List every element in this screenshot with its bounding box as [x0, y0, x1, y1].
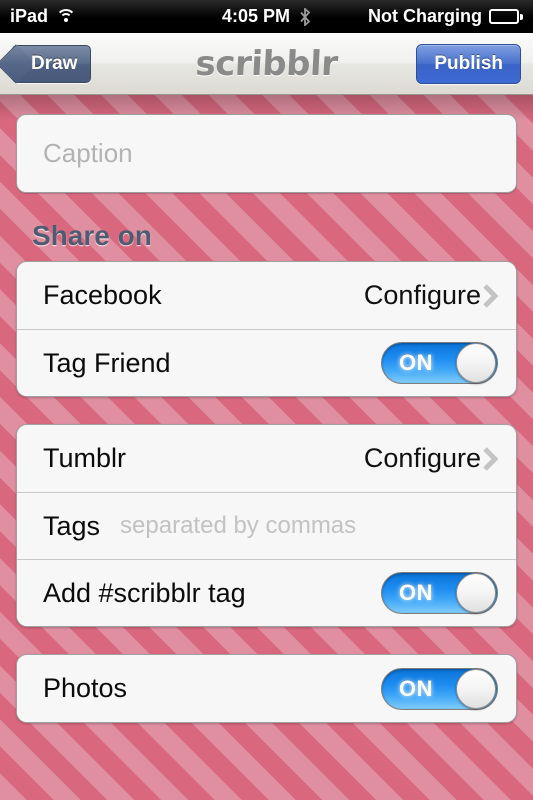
row-label: Tag Friend — [43, 347, 171, 378]
app-window: iPad 4:05 PM Not Charging Draw scribblr — [0, 0, 533, 800]
row-label: Tumblr — [43, 443, 127, 473]
status-bar-right: Not Charging — [368, 6, 523, 27]
row-label: Photos — [43, 673, 128, 703]
toggle-knob[interactable] — [456, 343, 496, 383]
publish-button-label: Publish — [434, 52, 503, 74]
toggle-state-label: ON — [399, 350, 433, 375]
caption-placeholder: Caption — [43, 138, 133, 168]
toggle-add-scribblr-tag[interactable]: ON — [381, 572, 498, 614]
back-button-draw[interactable]: Draw — [12, 44, 92, 83]
bluetooth-icon — [299, 6, 311, 27]
status-bar-left: iPad — [10, 6, 77, 27]
chevron-right-icon — [482, 283, 499, 309]
tags-input-placeholder[interactable]: separated by commas — [120, 512, 356, 540]
toggle-tag-friend[interactable]: ON — [381, 342, 498, 384]
battery-status-label: Not Charging — [368, 6, 482, 26]
row-accessory: Configure — [363, 443, 499, 474]
row-label: Add #scribblr tag — [43, 577, 246, 608]
share-on-header: Share on — [32, 220, 152, 251]
wifi-icon — [56, 9, 77, 24]
tumblr-group: Tumblr Configure Tags separated by comma… — [16, 424, 517, 627]
toggle-knob[interactable] — [456, 668, 496, 709]
chevron-right-icon — [482, 446, 499, 472]
row-add-scribblr-tag[interactable]: Add #scribblr tag ON — [17, 559, 516, 626]
publish-button[interactable]: Publish — [416, 43, 521, 84]
caption-input[interactable]: Caption — [16, 114, 517, 193]
row-label: Tags — [43, 510, 101, 541]
clock-label: 4:05 PM — [221, 6, 291, 26]
carrier-label: iPad — [10, 6, 49, 26]
row-photos[interactable]: Photos ON — [17, 655, 516, 722]
photos-group: Photos ON — [16, 654, 517, 723]
content-area: Caption Share on Facebook Configure Tag … — [0, 95, 533, 800]
row-tumblr[interactable]: Tumblr Configure — [17, 425, 516, 492]
row-label: Facebook — [43, 280, 162, 310]
row-accessory: ON — [381, 572, 498, 614]
row-tag-friend[interactable]: Tag Friend ON — [17, 329, 516, 396]
row-tags[interactable]: Tags separated by commas — [17, 492, 516, 559]
toggle-photos[interactable]: ON — [381, 667, 498, 710]
facebook-group: Facebook Configure Tag Friend ON — [16, 261, 517, 397]
row-accessory: ON — [381, 342, 498, 384]
status-bar: iPad 4:05 PM Not Charging — [0, 0, 533, 33]
row-facebook[interactable]: Facebook Configure — [17, 262, 516, 329]
toggle-state-label: ON — [399, 580, 433, 605]
row-accessory: ON — [381, 667, 498, 710]
toggle-knob[interactable] — [456, 573, 496, 613]
row-accessory: Configure — [363, 280, 499, 311]
back-button-label: Draw — [31, 52, 78, 74]
navigation-bar: Draw scribblr Publish — [0, 33, 533, 95]
battery-icon — [489, 9, 523, 24]
configure-label: Configure — [363, 280, 481, 310]
toggle-state-label: ON — [399, 675, 433, 701]
configure-label: Configure — [363, 443, 481, 473]
